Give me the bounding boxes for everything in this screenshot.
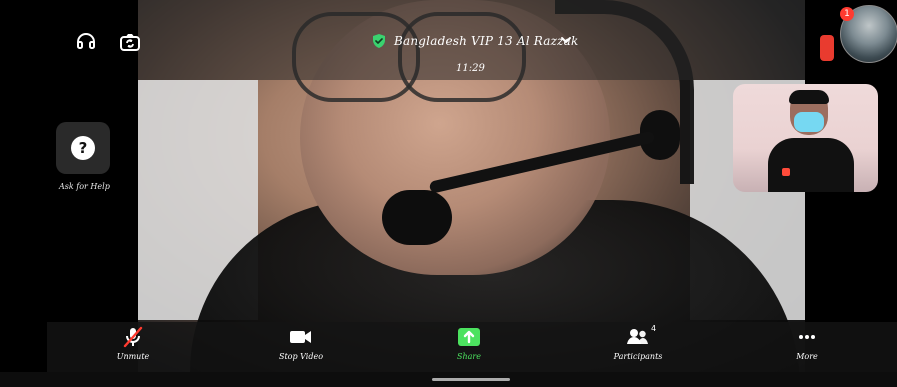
switch-camera-icon[interactable] xyxy=(116,28,144,56)
share-arrow-icon xyxy=(456,324,482,350)
more-button[interactable]: More xyxy=(765,324,849,374)
unmute-label: Unmute xyxy=(116,352,150,361)
headphones-icon xyxy=(77,33,95,49)
participants-button[interactable]: 4 Participants xyxy=(596,324,680,374)
face-mask xyxy=(794,112,824,132)
stop-video-label: Stop Video xyxy=(278,352,324,361)
participants-label: Participants xyxy=(613,352,663,361)
top-left-controls xyxy=(72,28,144,56)
ask-for-help-label: Ask for Help xyxy=(59,182,110,191)
participants-count: 4 xyxy=(651,324,657,333)
mic-muted-icon xyxy=(120,324,146,350)
ask-for-help-button[interactable]: ? xyxy=(56,122,110,174)
meeting-title[interactable]: Bangladesh VIP 13 Al Razzak xyxy=(394,34,579,48)
self-view-thumbnail[interactable] xyxy=(733,84,878,192)
stop-video-button[interactable]: Stop Video xyxy=(259,324,343,374)
chevron-down-icon[interactable] xyxy=(560,34,572,46)
self-person xyxy=(756,90,854,192)
more-dots-icon xyxy=(794,324,820,350)
participants-icon: 4 xyxy=(622,324,657,350)
share-label: Share xyxy=(457,352,481,361)
camera-switch-icon xyxy=(120,34,140,51)
home-indicator[interactable] xyxy=(432,378,510,381)
video-camera-icon xyxy=(287,324,315,350)
question-icon: ? xyxy=(71,136,95,160)
more-label: More xyxy=(796,352,818,361)
self-hair xyxy=(789,90,829,104)
unmute-button[interactable]: Unmute xyxy=(91,324,175,374)
shield-icon xyxy=(373,34,385,48)
jacket-badge xyxy=(782,168,790,176)
notification-badge: 1 xyxy=(840,7,854,21)
red-tab-indicator xyxy=(820,35,834,61)
top-right-avatar-area[interactable]: 1 xyxy=(820,5,897,75)
meeting-timer: 11:29 xyxy=(456,63,485,74)
audio-route-icon[interactable] xyxy=(72,28,100,56)
share-button[interactable]: Share xyxy=(427,324,511,374)
self-jacket xyxy=(768,138,854,192)
microphone xyxy=(382,190,452,245)
